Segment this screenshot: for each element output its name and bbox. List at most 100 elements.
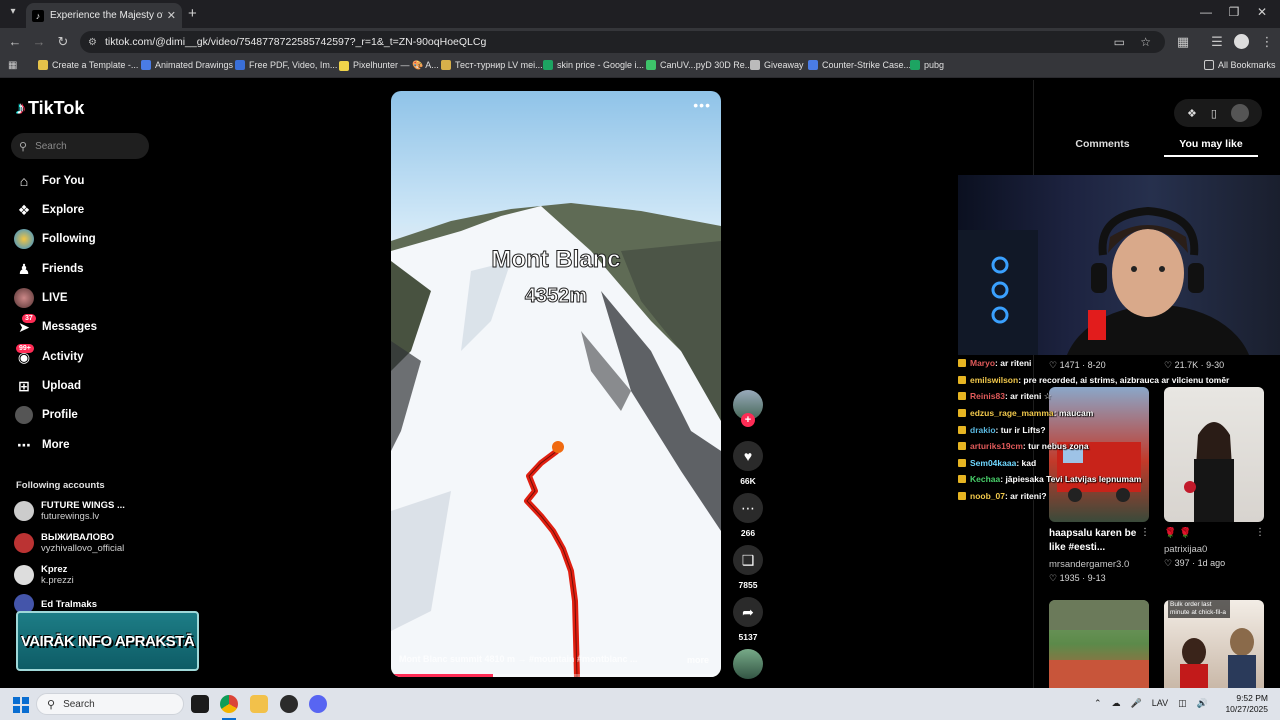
bookmark-item[interactable]: Тест-турнир LV mei... (441, 60, 543, 70)
video-player[interactable]: ••• Mont Blanc 4352m Mont Blanc summit 4… (391, 91, 721, 677)
bookmark-item[interactable]: pubg (910, 60, 944, 70)
reading-list-icon[interactable]: ☰ (1208, 34, 1226, 50)
minimize-icon[interactable]: — (1196, 5, 1216, 19)
close-window-icon[interactable]: ✕ (1252, 5, 1272, 19)
video-options-icon[interactable]: ••• (693, 97, 711, 113)
like-button[interactable]: ♥ 66K (733, 441, 763, 486)
nav-friends[interactable]: ♟ Friends (14, 259, 84, 279)
follow-plus-icon[interactable]: + (741, 413, 755, 427)
apps-grid-icon[interactable]: ▦ (8, 60, 17, 71)
nav-activity[interactable]: ◉ 99+ Activity (14, 344, 84, 367)
chat-badge-icon (958, 409, 966, 418)
creator-avatar-button[interactable]: + (733, 390, 763, 427)
recommended-video-card[interactable] (1049, 600, 1149, 688)
card-title[interactable]: 🌹 🌹 (1164, 527, 1254, 541)
extensions-icon[interactable]: ▦ (1174, 34, 1192, 50)
bookmark-item[interactable]: Counter-Strike Case... (808, 60, 911, 70)
tab-search-icon[interactable]: ▾ (6, 6, 20, 20)
info-promo-banner: VAIRĀK INFO APRAKSTĀ (16, 611, 199, 671)
user-avatar[interactable] (1230, 104, 1249, 122)
microphone-icon[interactable]: 🎤 (1131, 698, 1142, 709)
recommended-video-card[interactable]: Bulk order last minute at chick-fil-a (1164, 600, 1264, 688)
sound-disc-button[interactable] (733, 649, 763, 679)
search-input[interactable]: ⚲ Search (11, 133, 149, 159)
address-bar[interactable]: ⚙ tiktok.com/@dimi__gk/video/75487787225… (80, 31, 1165, 53)
nav-upload[interactable]: ⊞ Upload (14, 376, 81, 396)
tab-you-may-like[interactable]: You may like (1164, 138, 1258, 150)
new-tab-icon[interactable]: + (188, 5, 197, 22)
bookmark-favicon-icon (141, 60, 151, 70)
card-options-icon[interactable]: ⋮ (1140, 527, 1150, 538)
share-button[interactable]: ➦ 5137 (733, 597, 763, 642)
comment-button[interactable]: ⋯ 266 (733, 493, 763, 538)
tab-comments[interactable]: Comments (1049, 138, 1156, 150)
chat-message: Maryo: ar riteni (958, 355, 1258, 372)
like-count: 66K (740, 476, 756, 486)
profile-avatar-icon (14, 405, 34, 425)
clock[interactable]: 9:52 PM 10/27/2025 (1224, 693, 1268, 715)
nav-messages[interactable]: ➤ 37 Messages (14, 314, 97, 337)
caption-more-link[interactable]: more (687, 655, 709, 665)
restore-icon[interactable]: ❐ (1224, 5, 1244, 19)
windows-start-icon[interactable] (13, 697, 29, 713)
bookmark-item[interactable]: Free PDF, Video, Im... (235, 60, 337, 70)
task-view-icon[interactable] (191, 695, 209, 713)
nav-for-you[interactable]: ⌂ For You (14, 171, 85, 191)
following-accounts-heading: Following accounts (16, 480, 105, 491)
card-stats: ♡ 1935 · 9-13 (1049, 573, 1106, 583)
bookmark-item[interactable]: Giveaway (750, 60, 804, 70)
file-explorer-icon[interactable] (250, 695, 268, 713)
cast-icon[interactable]: ▭ (1114, 35, 1125, 49)
volume-icon[interactable]: 🔊 (1197, 698, 1208, 709)
bookmark-item[interactable]: skin price - Google i... (543, 60, 644, 70)
tiktok-sidebar: ♪ TikTok ⚲ Search ⌂ For You ❖ Explore Fo… (0, 80, 199, 688)
network-icon[interactable]: ◫ (1178, 698, 1187, 709)
bookmark-item[interactable]: Pixelhunter — 🎨 A... (339, 60, 439, 71)
nav-following[interactable]: Following (14, 229, 96, 249)
nav-explore[interactable]: ❖ Explore (14, 200, 84, 220)
chrome-app-icon[interactable] (220, 695, 238, 713)
nav-live[interactable]: LIVE (14, 288, 68, 308)
bookmark-item[interactable]: CanUV...pyD 30D Re... (646, 60, 752, 70)
chat-username: noob_07 (970, 491, 1005, 502)
video-overlay-altitude: 4352m (524, 285, 588, 308)
music-disc-icon (733, 649, 763, 679)
site-info-icon[interactable]: ⚙ (88, 37, 97, 48)
bookmark-star-icon[interactable]: ☆ (1140, 35, 1151, 49)
profile-avatar-icon[interactable] (1234, 34, 1249, 49)
comment-icon: ⋯ (733, 493, 763, 523)
following-account[interactable]: ВЫЖИВАЛОВО vyzhivallovo_official (14, 532, 124, 554)
nav-profile[interactable]: Profile (14, 405, 78, 425)
browser-tab[interactable]: ♪ Experience the Majesty of Mont Blanc ✕ (26, 3, 182, 28)
video-progress-bar[interactable] (391, 674, 721, 677)
card-title[interactable]: haapsalu karen be like #eesti... (1049, 527, 1144, 555)
taskbar-search[interactable]: ⚲ Search (36, 693, 184, 715)
reload-icon[interactable]: ↻ (54, 34, 72, 50)
account-avatar (14, 533, 34, 553)
bookmark-item[interactable]: Animated Drawings (141, 60, 233, 70)
bookmark-item[interactable]: Create a Template -... (38, 60, 138, 70)
following-account[interactable]: Kprez k.prezzi (14, 564, 74, 586)
language-indicator[interactable]: LAV (1152, 698, 1168, 709)
back-icon[interactable]: ← (6, 34, 24, 49)
chrome-menu-icon[interactable]: ⋮ (1258, 34, 1276, 50)
app-icon[interactable] (280, 695, 298, 713)
discord-icon[interactable] (309, 695, 327, 713)
close-tab-icon[interactable]: ✕ (167, 9, 176, 22)
device-icon[interactable]: ▯ (1211, 107, 1217, 120)
tray-chevron-icon[interactable]: ⌃ (1094, 698, 1102, 709)
save-button[interactable]: ❑ 7855 (733, 545, 763, 590)
card-user[interactable]: patrixijaa0 (1164, 544, 1207, 555)
card-options-icon[interactable]: ⋮ (1255, 527, 1265, 538)
explore-compass-icon[interactable]: ❖ (1187, 107, 1197, 120)
forward-icon[interactable]: → (30, 34, 48, 49)
all-bookmarks[interactable]: All Bookmarks (1204, 60, 1276, 70)
onedrive-icon[interactable]: ☁ (1112, 698, 1121, 709)
card-user[interactable]: mrsandergamer3.0 (1049, 559, 1129, 570)
tiktok-logo[interactable]: ♪ TikTok (16, 98, 84, 119)
nav-more[interactable]: ⋯ More (14, 435, 69, 455)
bookmark-favicon-icon (543, 60, 553, 70)
system-tray: ⌃ ☁ 🎤 LAV ◫ 🔊 (1094, 698, 1208, 709)
following-account[interactable]: FUTURE WINGS ... futurewings.lv (14, 500, 125, 522)
bookmark-favicon-icon (910, 60, 920, 70)
